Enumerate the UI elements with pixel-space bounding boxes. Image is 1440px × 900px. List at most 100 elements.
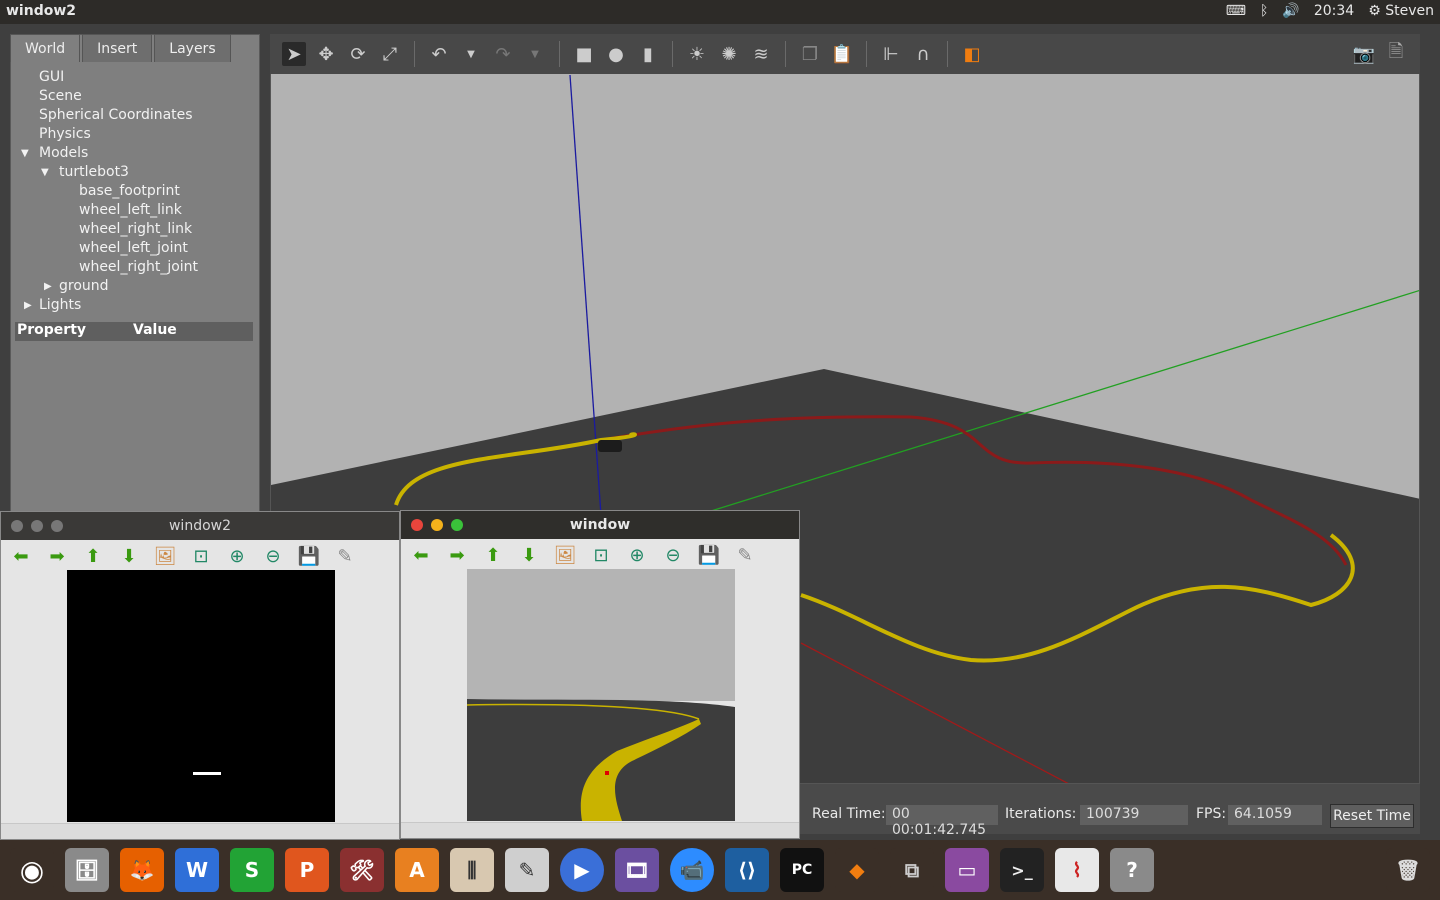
drawing-icon[interactable]: ✎ <box>505 848 549 892</box>
tree-item-wheel-right-joint[interactable]: wheel_right_joint <box>14 258 254 277</box>
screenshot-icon[interactable]: 📷 <box>1352 42 1376 66</box>
point-light-icon[interactable]: ☀ <box>685 42 709 66</box>
cylinder-shape-icon[interactable]: ▮ <box>636 42 660 66</box>
tree-item-spherical[interactable]: Spherical Coordinates <box>14 106 254 125</box>
close-icon[interactable] <box>411 519 423 531</box>
expand-right-icon[interactable]: ▶ <box>44 277 54 296</box>
zoom-in-icon[interactable]: ⊕ <box>625 544 649 566</box>
help-icon[interactable]: ? <box>1110 848 1154 892</box>
volume-icon[interactable]: 🔊 <box>1282 3 1299 19</box>
media-player-icon[interactable]: ▶ <box>560 848 604 892</box>
tree-item-wheel-left-link[interactable]: wheel_left_link <box>14 201 254 220</box>
tree-item-physics[interactable]: Physics <box>14 125 254 144</box>
vscode-icon[interactable]: ⟨⟩ <box>725 848 769 892</box>
pan-right-icon[interactable]: ➡ <box>445 544 469 566</box>
pan-down-icon[interactable]: ⬇ <box>117 545 141 567</box>
mixer-icon[interactable]: ⫼ <box>450 848 494 892</box>
copy-icon[interactable]: ❐ <box>798 42 822 66</box>
expand-right-icon[interactable]: ▶ <box>24 296 34 315</box>
software-center-icon[interactable]: A <box>395 848 439 892</box>
bluetooth-icon[interactable]: ᛒ <box>1260 3 1268 19</box>
expand-down-icon[interactable]: ▼ <box>41 163 51 182</box>
pan-up-icon[interactable]: ⬆ <box>81 545 105 567</box>
expand-down-icon[interactable]: ▼ <box>21 144 31 163</box>
terminal-icon[interactable]: >_ <box>1000 848 1044 892</box>
redo-dropdown-icon[interactable]: ▼ <box>523 42 547 66</box>
align-icon[interactable]: ⊩ <box>879 42 903 66</box>
firefox-icon[interactable]: 🦊 <box>120 848 164 892</box>
undo-dropdown-icon[interactable]: ▼ <box>459 42 483 66</box>
window-titlebar[interactable]: window <box>401 511 799 539</box>
save-icon[interactable]: 💾 <box>697 544 721 566</box>
tree-item-ground[interactable]: ▶ ground <box>14 277 254 296</box>
pan-left-icon[interactable]: ⬅ <box>409 544 433 566</box>
pdf-viewer-icon[interactable]: ⌇ <box>1055 848 1099 892</box>
system-tools-icon[interactable]: 🛠 <box>340 848 384 892</box>
trash-icon[interactable]: 🗑 <box>1386 848 1430 892</box>
tab-insert[interactable]: Insert <box>82 34 153 62</box>
box-shape-icon[interactable]: ■ <box>572 42 596 66</box>
properties-icon[interactable]: ✎ <box>733 544 757 566</box>
snap-icon[interactable]: ∩ <box>911 42 935 66</box>
window2-scrollbar[interactable] <box>1 823 399 839</box>
pan-right-icon[interactable]: ➡ <box>45 545 69 567</box>
video-editor-icon[interactable]: 🎞 <box>615 848 659 892</box>
cv-window[interactable]: window ⬅ ➡ ⬆ ⬇ 🖼 ⊡ ⊕ ⊖ 💾 ✎ <box>400 510 800 839</box>
pan-down-icon[interactable]: ⬇ <box>517 544 541 566</box>
pan-left-icon[interactable]: ⬅ <box>9 545 33 567</box>
clock[interactable]: 20:34 <box>1314 3 1354 19</box>
paste-icon[interactable]: 📋 <box>830 42 854 66</box>
tree-item-lights[interactable]: ▶ Lights <box>14 296 254 315</box>
zoom-app-icon[interactable]: 📹 <box>670 848 714 892</box>
tree-item-scene[interactable]: Scene <box>14 87 254 106</box>
zoom-original-icon[interactable]: 🖼 <box>153 545 177 567</box>
minimize-icon[interactable] <box>31 520 43 532</box>
tree-item-turtlebot[interactable]: ▼ turtlebot3 <box>14 163 254 182</box>
zoom-out-icon[interactable]: ⊖ <box>261 545 285 567</box>
cv-window-icon[interactable]: ⧉ <box>890 848 934 892</box>
wps-spreadsheet-icon[interactable]: S <box>230 848 274 892</box>
zoom-original-icon[interactable]: 🖼 <box>553 544 577 566</box>
sphere-shape-icon[interactable]: ● <box>604 42 628 66</box>
user-menu[interactable]: ⚙ Steven <box>1368 3 1434 19</box>
scale-icon[interactable]: ⤢ <box>378 42 402 66</box>
spot-light-icon[interactable]: ✺ <box>717 42 741 66</box>
maximize-icon[interactable] <box>451 519 463 531</box>
directional-light-icon[interactable]: ≋ <box>749 42 773 66</box>
pycharm-icon[interactable]: PC <box>780 848 824 892</box>
window-icon[interactable]: ▭ <box>945 848 989 892</box>
wps-presentation-icon[interactable]: P <box>285 848 329 892</box>
reset-time-button[interactable]: Reset Time <box>1330 804 1414 828</box>
keyboard-icon[interactable]: ⌨ <box>1226 3 1246 19</box>
zoom-fit-icon[interactable]: ⊡ <box>189 545 213 567</box>
zoom-out-icon[interactable]: ⊖ <box>661 544 685 566</box>
minimize-icon[interactable] <box>431 519 443 531</box>
tab-layers[interactable]: Layers <box>154 34 231 62</box>
tab-world[interactable]: World <box>10 34 81 62</box>
window2-titlebar[interactable]: window2 <box>1 512 399 540</box>
ubuntu-icon[interactable]: ◉ <box>10 848 54 892</box>
rotate-icon[interactable]: ⟳ <box>346 42 370 66</box>
files-icon[interactable]: 🗄 <box>65 848 109 892</box>
tree-item-gui[interactable]: GUI <box>14 68 254 87</box>
properties-icon[interactable]: ✎ <box>333 545 357 567</box>
wps-writer-icon[interactable]: W <box>175 848 219 892</box>
log-icon[interactable]: 🗎 <box>1384 41 1408 66</box>
translate-icon[interactable]: ✥ <box>314 42 338 66</box>
select-arrow-icon[interactable]: ➤ <box>282 42 306 66</box>
zoom-fit-icon[interactable]: ⊡ <box>589 544 613 566</box>
tree-item-wheel-left-joint[interactable]: wheel_left_joint <box>14 239 254 258</box>
save-icon[interactable]: 💾 <box>297 545 321 567</box>
redo-icon[interactable]: ↷ <box>491 42 515 66</box>
maximize-icon[interactable] <box>51 520 63 532</box>
zoom-in-icon[interactable]: ⊕ <box>225 545 249 567</box>
close-icon[interactable] <box>11 520 23 532</box>
cv-window2[interactable]: window2 ⬅ ➡ ⬆ ⬇ 🖼 ⊡ ⊕ ⊖ 💾 ✎ <box>0 511 400 840</box>
undo-icon[interactable]: ↶ <box>427 42 451 66</box>
view-angle-icon[interactable]: ◧ <box>960 42 984 66</box>
tree-item-wheel-right-link[interactable]: wheel_right_link <box>14 220 254 239</box>
pan-up-icon[interactable]: ⬆ <box>481 544 505 566</box>
tree-item-base-footprint[interactable]: base_footprint <box>14 182 254 201</box>
tree-item-models[interactable]: ▼ Models <box>14 144 254 163</box>
gazebo-icon[interactable]: ◆ <box>835 848 879 892</box>
